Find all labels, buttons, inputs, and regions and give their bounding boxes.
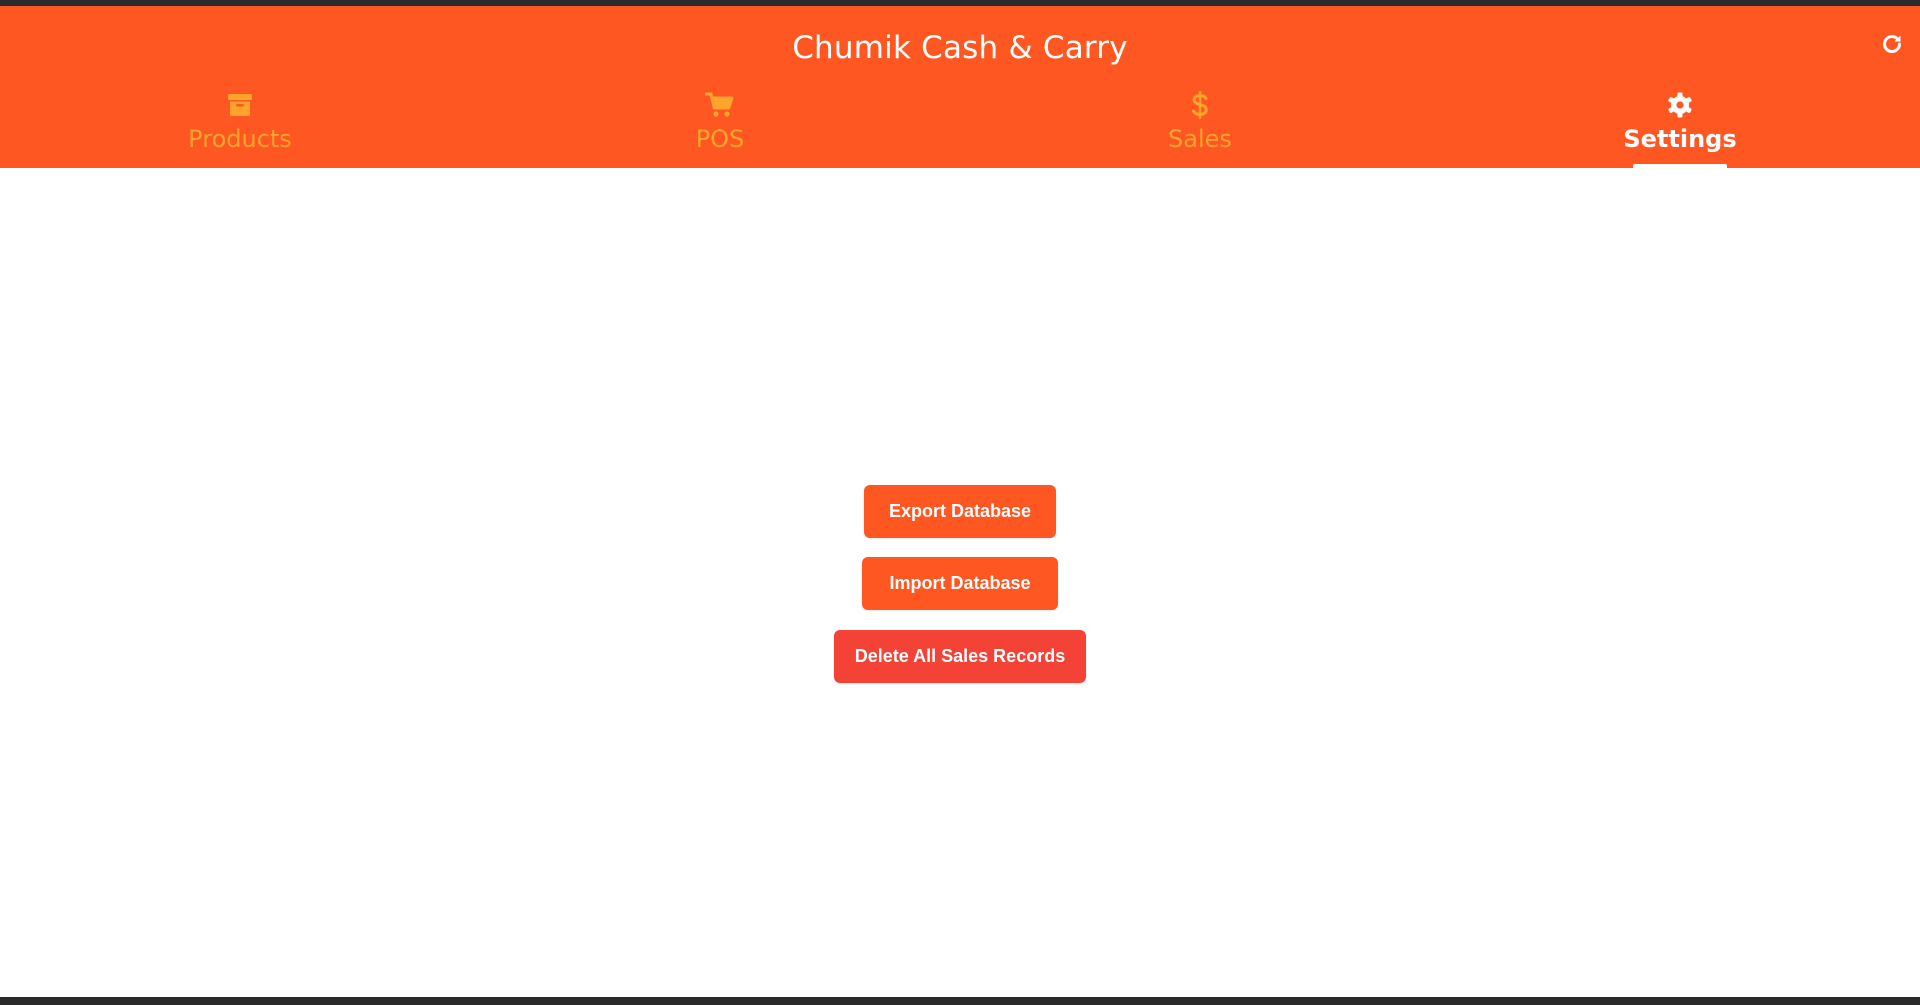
tab-pos[interactable]: POS <box>480 82 960 168</box>
tab-sales-label: Sales <box>1168 125 1232 153</box>
refresh-icon <box>1883 35 1901 53</box>
archive-box-icon <box>225 90 255 120</box>
tab-products[interactable]: Products <box>0 82 480 168</box>
settings-content: Export Database Import Database Delete A… <box>0 168 1920 997</box>
app-header: Chumik Cash & Carry Products POS Sales S… <box>0 6 1920 168</box>
window-bottom-strip <box>0 997 1920 1005</box>
tab-bar: Products POS Sales Settings <box>0 82 1920 168</box>
gear-icon <box>1665 90 1695 120</box>
tab-settings-label: Settings <box>1623 125 1737 153</box>
tab-products-label: Products <box>188 125 292 153</box>
delete-all-sales-button[interactable]: Delete All Sales Records <box>834 630 1086 683</box>
export-database-button[interactable]: Export Database <box>864 485 1056 538</box>
import-database-button[interactable]: Import Database <box>862 557 1058 610</box>
refresh-button[interactable] <box>1876 28 1908 60</box>
tab-pos-label: POS <box>695 125 745 153</box>
tab-sales[interactable]: Sales <box>960 82 1440 168</box>
shopping-cart-icon <box>705 90 735 120</box>
app-title: Chumik Cash & Carry <box>792 30 1128 66</box>
dollar-icon <box>1185 90 1215 120</box>
tab-settings[interactable]: Settings <box>1440 82 1920 168</box>
